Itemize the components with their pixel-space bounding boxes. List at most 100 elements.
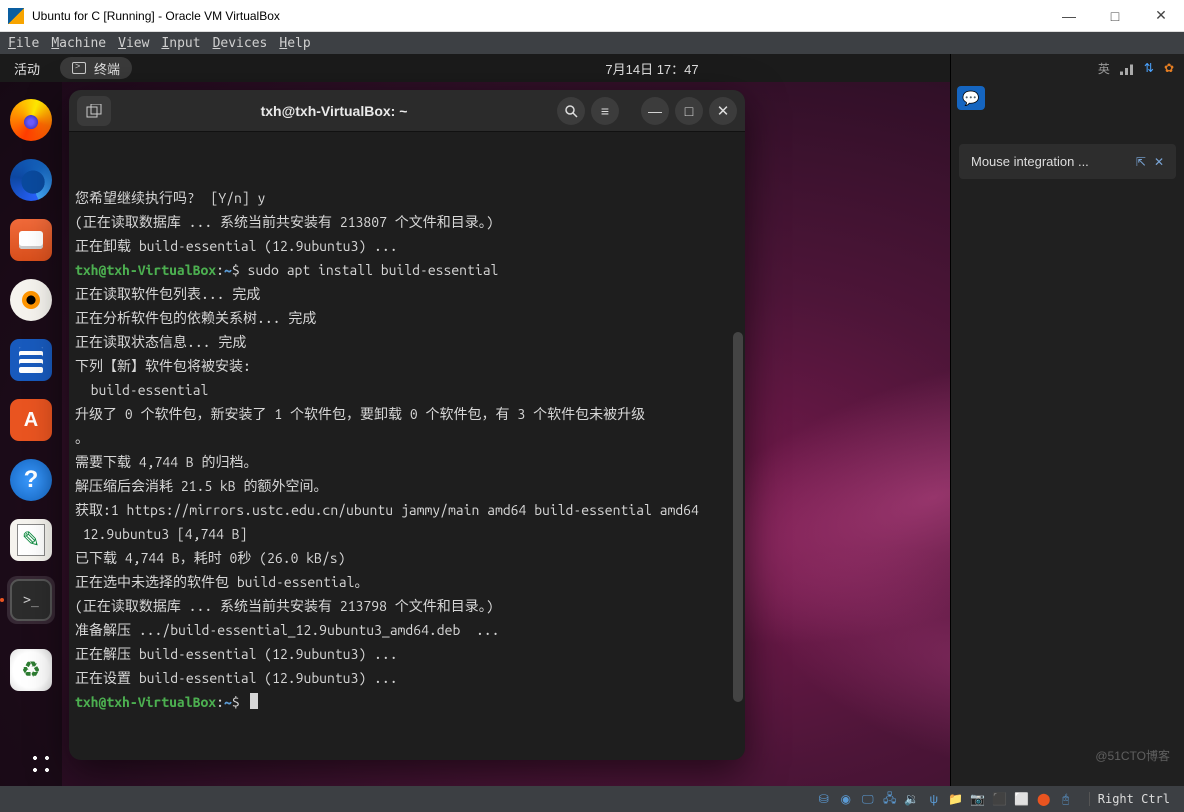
new-tab-icon	[86, 104, 102, 118]
host-window-title: Ubuntu for C [Running] - Oracle VM Virtu…	[32, 9, 1046, 23]
vb-display-icon[interactable]: 🖵	[859, 790, 877, 808]
vb-menu-devices[interactable]: Devices	[213, 36, 268, 51]
terminal-output-line: 正在设置 build-essential (12.9ubuntu3) ...	[75, 666, 739, 690]
vb-network-icon[interactable]: 🖧	[881, 790, 899, 808]
trash-icon	[10, 649, 52, 691]
dock: ? >_	[0, 82, 62, 786]
virtualbox-menu-bar: File Machine View Input Devices Help	[0, 32, 1184, 54]
vb-shared-folder-icon[interactable]: 📁	[947, 790, 965, 808]
terminal-output-line: 。	[75, 426, 739, 450]
top-app-menu[interactable]: 终端	[60, 57, 132, 79]
watermark: @51CTO博客	[1095, 747, 1170, 764]
vb-menu-view[interactable]: View	[118, 36, 149, 51]
activities-button[interactable]: 活动	[0, 59, 54, 78]
dock-trash[interactable]	[7, 636, 55, 684]
terminal-output-line: 正在读取状态信息... 完成	[75, 330, 739, 354]
dock-thunderbird[interactable]	[7, 156, 55, 204]
terminal-output-line: 12.9ubuntu3 [4,744 B]	[75, 522, 739, 546]
brush-icon[interactable]: ✿	[1164, 61, 1174, 75]
terminal-output-line: 您希望继续执行吗? [Y/n] y	[75, 186, 739, 210]
dock-firefox[interactable]	[7, 96, 55, 144]
terminal-prompt-line: txh@txh-VirtualBox:~$ sudo apt install b…	[75, 258, 739, 282]
thunderbird-icon	[10, 159, 52, 201]
vb-hdd-icon[interactable]: ⛁	[815, 790, 833, 808]
vb-mouse-icon[interactable]: 🖰	[1057, 790, 1075, 808]
notification-card[interactable]: Mouse integration ... ⇱ ✕	[959, 144, 1176, 179]
terminal-output-line: (正在读取数据库 ... 系统当前共安装有 213807 个文件和目录。)	[75, 210, 739, 234]
terminal-output-line: build-essential	[75, 378, 739, 402]
host-close-button[interactable]: ✕	[1138, 0, 1184, 32]
dock-software[interactable]	[7, 396, 55, 444]
notification-text: Mouse integration ...	[971, 154, 1128, 169]
vb-audio-icon[interactable]: 🔉	[903, 790, 921, 808]
ubuntu-software-icon	[10, 399, 52, 441]
terminal-output-line: 获取:1 https://mirrors.ustc.edu.cn/ubuntu …	[75, 498, 739, 522]
virtualbox-status-bar: ⛁ ◉ 🖵 🖧 🔉 ψ 📁 📷 ⬛ ⬜ ⬤ 🖰 Right Ctrl	[0, 786, 1184, 812]
hamburger-menu-button[interactable]: ≡	[591, 97, 619, 125]
notification-bubble-icon[interactable]: 💬	[957, 86, 985, 110]
terminal-cursor	[250, 693, 258, 709]
terminal-icon	[72, 62, 86, 74]
terminal-window: txh@txh-VirtualBox: ~ ≡ — □ ✕ 您希望继续执行吗? …	[69, 90, 745, 760]
terminal-output-line: (正在读取数据库 ... 系统当前共安装有 213798 个文件和目录。)	[75, 594, 739, 618]
vb-recording-icon[interactable]: ⬛	[991, 790, 1009, 808]
notification-close-button[interactable]: ✕	[1154, 155, 1164, 169]
terminal-output-line: 正在分析软件包的依赖关系树... 完成	[75, 306, 739, 330]
terminal-output-line: 准备解压 .../build-essential_12.9ubuntu3_amd…	[75, 618, 739, 642]
rhythmbox-icon	[10, 279, 52, 321]
dock-terminal[interactable]: >_	[7, 576, 55, 624]
window-minimize-button[interactable]: —	[641, 97, 669, 125]
vb-menu-machine[interactable]: Machine	[51, 36, 106, 51]
status-tray: 英 ⇅ ✿	[951, 54, 1184, 82]
vb-usb-icon[interactable]: ψ	[925, 790, 943, 808]
network-icon[interactable]	[1120, 61, 1134, 75]
search-icon	[564, 104, 578, 118]
new-tab-button[interactable]	[77, 96, 111, 126]
terminal-output-line: 升级了 0 个软件包，新安装了 1 个软件包，要卸载 0 个软件包，有 3 个软…	[75, 402, 739, 426]
terminal-output-line: 正在卸载 build-essential (12.9ubuntu3) ...	[75, 234, 739, 258]
terminal-output-line: 正在选中未选择的软件包 build-essential。	[75, 570, 739, 594]
search-button[interactable]	[557, 97, 585, 125]
virtualbox-icon	[8, 8, 24, 24]
vm-guest-display: 活动 终端 7月14日 17：47 ? >_ txh@txh-VirtualBo…	[0, 54, 1184, 786]
text-editor-icon	[10, 519, 52, 561]
show-applications-button[interactable]	[13, 736, 49, 772]
host-key-indicator[interactable]: Right Ctrl	[1089, 792, 1178, 806]
terminal-app-icon: >_	[10, 579, 52, 621]
window-maximize-button[interactable]: □	[675, 97, 703, 125]
dock-help[interactable]: ?	[7, 456, 55, 504]
input-method-indicator[interactable]: 英	[1098, 60, 1110, 77]
terminal-title: txh@txh-VirtualBox: ~	[117, 103, 551, 119]
vb-menu-help[interactable]: Help	[279, 36, 310, 51]
host-minimize-button[interactable]: —	[1046, 0, 1092, 32]
vb-camera-icon[interactable]: 📷	[969, 790, 987, 808]
terminal-body[interactable]: 您希望继续执行吗? [Y/n] y(正在读取数据库 ... 系统当前共安装有 2…	[69, 132, 745, 760]
terminal-output-line: 已下载 4,744 B，耗时 0秒 (26.0 kB/s)	[75, 546, 739, 570]
window-close-button[interactable]: ✕	[709, 97, 737, 125]
host-maximize-button[interactable]: □	[1092, 0, 1138, 32]
vb-vrde-icon[interactable]: ⬜	[1013, 790, 1031, 808]
vb-guest-additions-icon[interactable]: ⬤	[1035, 790, 1053, 808]
terminal-prompt-line: txh@txh-VirtualBox:~$	[75, 690, 739, 714]
dock-files[interactable]	[7, 216, 55, 264]
host-titlebar: Ubuntu for C [Running] - Oracle VM Virtu…	[0, 0, 1184, 32]
top-app-label: 终端	[94, 59, 120, 78]
terminal-header: txh@txh-VirtualBox: ~ ≡ — □ ✕	[69, 90, 745, 132]
dock-writer[interactable]	[7, 336, 55, 384]
libreoffice-writer-icon	[10, 339, 52, 381]
vb-cd-icon[interactable]: ◉	[837, 790, 855, 808]
terminal-output-line: 正在解压 build-essential (12.9ubuntu3) ...	[75, 642, 739, 666]
notification-pin-button[interactable]: ⇱	[1136, 155, 1146, 169]
terminal-scrollbar[interactable]	[733, 332, 743, 702]
notification-panel: 英 ⇅ ✿ 💬 Mouse integration ... ⇱ ✕	[950, 54, 1184, 786]
vb-menu-file[interactable]: File	[8, 36, 39, 51]
dock-text-editor[interactable]	[7, 516, 55, 564]
help-icon: ?	[10, 459, 52, 501]
sort-down-icon[interactable]: ⇅	[1144, 61, 1154, 75]
vb-menu-input[interactable]: Input	[161, 36, 200, 51]
terminal-output-line: 下列【新】软件包将被安装:	[75, 354, 739, 378]
dock-rhythmbox[interactable]	[7, 276, 55, 324]
terminal-output-line: 正在读取软件包列表... 完成	[75, 282, 739, 306]
files-icon	[10, 219, 52, 261]
firefox-icon	[10, 99, 52, 141]
